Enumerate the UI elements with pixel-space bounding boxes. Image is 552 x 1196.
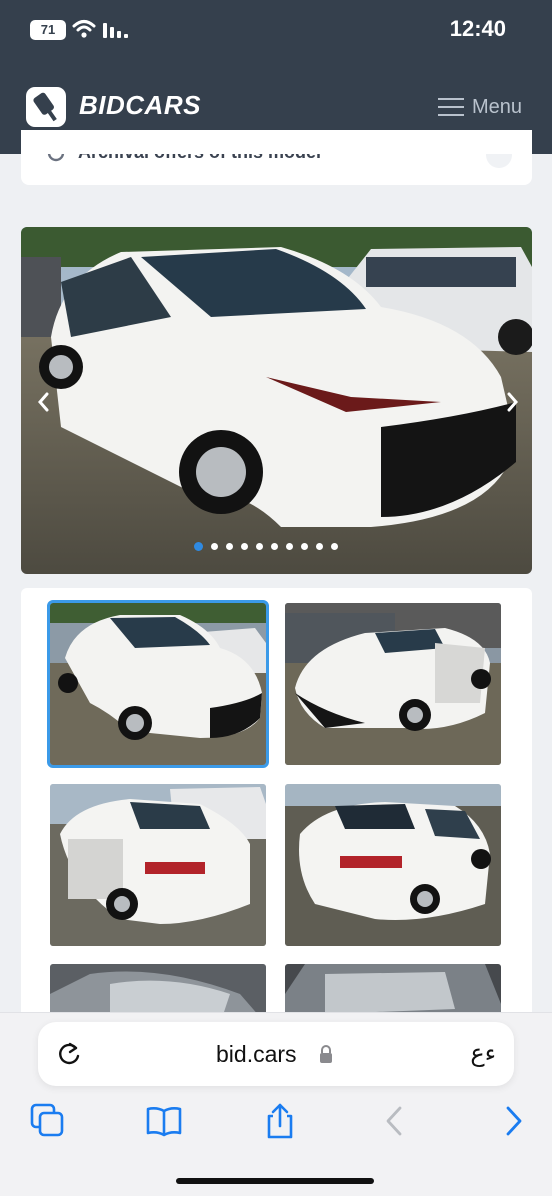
- carousel-dots: [194, 542, 338, 551]
- carousel-dot[interactable]: [241, 543, 248, 550]
- thumbnail-2[interactable]: [285, 603, 501, 765]
- next-photo-icon[interactable]: [500, 388, 524, 416]
- archive-icon: [47, 144, 65, 162]
- carousel-dot[interactable]: [226, 543, 233, 550]
- carousel-dot[interactable]: [271, 543, 278, 550]
- thumbnail-5[interactable]: [50, 964, 266, 1018]
- carousel-dot-active[interactable]: [194, 542, 203, 551]
- status-time: 12:40: [449, 16, 506, 41]
- brand-name[interactable]: BIDCARS: [79, 90, 201, 121]
- thumbnail-grid: [21, 588, 532, 1018]
- menu-button[interactable]: Menu: [437, 92, 522, 122]
- lock-icon: [320, 1045, 332, 1063]
- reader-mode-button[interactable]: ءع: [470, 1039, 496, 1067]
- menu-label: Menu: [471, 95, 522, 118]
- archival-offers-label: Archival offers of this model: [78, 142, 322, 162]
- carousel-dot[interactable]: [316, 543, 323, 550]
- carousel-dot[interactable]: [331, 543, 338, 550]
- bookmarks-icon[interactable]: [145, 1102, 183, 1140]
- cellular-signal-icon: [103, 23, 128, 38]
- carousel-dot[interactable]: [211, 543, 218, 550]
- thumbnail-1[interactable]: [47, 600, 269, 768]
- share-icon[interactable]: [261, 1102, 299, 1140]
- carousel-dot[interactable]: [301, 543, 308, 550]
- thumbnail-6[interactable]: [285, 964, 501, 1018]
- hamburger-icon: [437, 98, 464, 116]
- forward-icon[interactable]: [494, 1102, 532, 1140]
- home-indicator: [176, 1178, 374, 1184]
- main-car-photo[interactable]: [21, 227, 532, 574]
- thumbnail-3[interactable]: [50, 784, 266, 946]
- bidcars-logo-icon[interactable]: [26, 87, 66, 127]
- thumbnail-4[interactable]: [285, 784, 501, 946]
- reload-icon[interactable]: [56, 1040, 82, 1068]
- carousel-dot[interactable]: [256, 543, 263, 550]
- previous-photo-icon[interactable]: [32, 388, 56, 416]
- back-icon[interactable]: [376, 1102, 414, 1140]
- battery-indicator: 71: [30, 20, 66, 40]
- carousel-dot[interactable]: [286, 543, 293, 550]
- url-text[interactable]: bid.cars: [216, 1041, 297, 1068]
- archival-offers-card[interactable]: Archival offers of this model: [21, 130, 532, 185]
- status-bar: 71 12:40: [0, 0, 552, 60]
- chevron-down-icon[interactable]: [486, 142, 512, 168]
- tabs-icon[interactable]: [29, 1102, 67, 1140]
- wifi-icon: [72, 20, 96, 38]
